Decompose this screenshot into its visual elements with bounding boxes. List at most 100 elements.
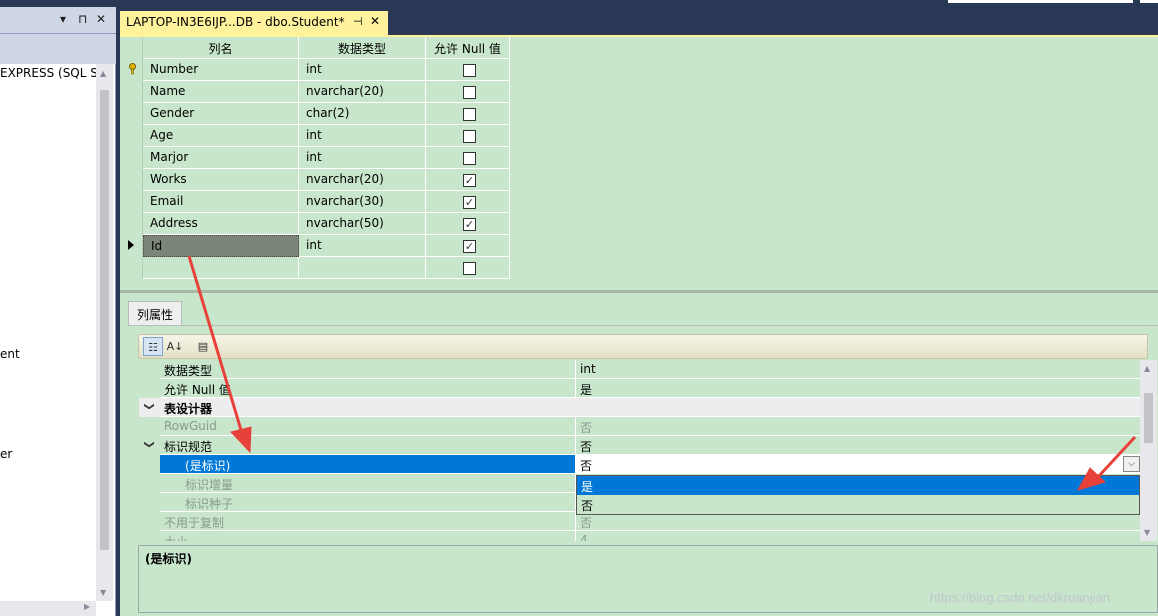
property-value[interactable]: int (576, 360, 1141, 379)
cell-column-name[interactable]: Number (143, 59, 299, 81)
scroll-up-icon[interactable]: ▲ (100, 69, 106, 78)
scroll-down-icon[interactable]: ▼ (100, 588, 106, 597)
allow-null-checkbox[interactable]: ✓ (463, 174, 476, 187)
scroll-up-icon[interactable]: ▲ (1144, 364, 1150, 373)
row-selector[interactable] (122, 191, 143, 213)
pin-icon[interactable]: ⊣ (353, 15, 363, 28)
cell-column-name[interactable] (143, 257, 299, 279)
allow-null-checkbox[interactable] (463, 64, 476, 77)
cell-column-name[interactable]: Marjor (143, 147, 299, 169)
tab-column-properties[interactable]: 列属性 (128, 301, 182, 325)
column-header-null: 允许 Null 值 (426, 37, 510, 59)
table-row[interactable]: Age int (122, 125, 510, 147)
search-box[interactable] (948, 0, 1133, 3)
cell-data-type[interactable]: nvarchar(20) (299, 81, 426, 103)
cell-data-type[interactable]: nvarchar(50) (299, 213, 426, 235)
cell-column-name[interactable]: Email (143, 191, 299, 213)
cell-data-type[interactable]: char(2) (299, 103, 426, 125)
cell-data-type[interactable] (299, 257, 426, 279)
property-value-text: int (580, 362, 596, 376)
document-tab[interactable]: LAPTOP-IN3E6IJP...DB - dbo.Student* ⊣ ✕ (120, 11, 388, 35)
row-selector[interactable] (122, 147, 143, 169)
properties-scrollbar[interactable]: ▲ ▼ (1140, 360, 1157, 541)
cell-data-type[interactable]: int (299, 125, 426, 147)
property-value[interactable]: 4 (576, 531, 1141, 541)
property-value-text: 否 (580, 421, 593, 435)
allow-null-checkbox[interactable]: ✓ (463, 218, 476, 231)
table-row[interactable] (122, 257, 510, 279)
cell-column-name[interactable]: Gender (143, 103, 299, 125)
table-row[interactable]: Marjor int (122, 147, 510, 169)
cell-column-name[interactable]: Id (143, 235, 299, 257)
table-row[interactable]: Works nvarchar(20) ✓ (122, 169, 510, 191)
allow-null-checkbox[interactable] (463, 86, 476, 99)
dropdown-button[interactable]: ⌵ (1123, 456, 1140, 472)
row-selector[interactable] (122, 235, 143, 257)
top-strip (0, 0, 1158, 7)
allow-null-checkbox[interactable]: ✓ (463, 240, 476, 253)
cell-data-type[interactable]: int (299, 235, 426, 257)
window-button[interactable] (1140, 0, 1158, 3)
cell-data-type[interactable]: int (299, 147, 426, 169)
row-selector[interactable] (122, 59, 143, 81)
property-row[interactable]: ❯ 标识规范否 (139, 436, 1141, 455)
table-row[interactable]: Id int ✓ (122, 235, 510, 257)
property-row[interactable]: (是标识) 否 ⌵ (139, 455, 1141, 474)
table-row[interactable]: Address nvarchar(50) ✓ (122, 213, 510, 235)
chevron-down-icon[interactable]: ❯ (144, 440, 155, 448)
dropdown-option[interactable]: 是 (577, 476, 1139, 495)
table-row[interactable]: Number int (122, 59, 510, 81)
property-row[interactable]: RowGuid 否 (139, 417, 1141, 436)
row-selector[interactable] (122, 103, 143, 125)
scroll-down-icon[interactable]: ▼ (1144, 528, 1150, 537)
cell-column-name[interactable]: Address (143, 213, 299, 235)
cell-data-type[interactable]: int (299, 59, 426, 81)
allow-null-checkbox[interactable] (463, 130, 476, 143)
row-selector[interactable] (122, 81, 143, 103)
row-selector[interactable] (122, 257, 143, 279)
pin-icon[interactable]: ⊓ (78, 12, 87, 26)
property-value[interactable]: 否 ⌵ (576, 455, 1141, 474)
row-selector[interactable] (122, 125, 143, 147)
vertical-scrollbar[interactable]: ▲ ▼ (96, 64, 113, 601)
cell-data-type[interactable]: nvarchar(20) (299, 169, 426, 191)
property-value[interactable]: 否 (576, 436, 1141, 455)
allow-null-checkbox[interactable]: ✓ (463, 196, 476, 209)
chevron-down-icon[interactable]: ❯ (144, 402, 155, 410)
cell-data-type[interactable]: nvarchar(30) (299, 191, 426, 213)
cell-column-name[interactable]: Works (143, 169, 299, 191)
row-selector[interactable] (122, 213, 143, 235)
table-row[interactable]: Gender char(2) (122, 103, 510, 125)
property-value[interactable]: 否 (576, 417, 1141, 436)
table-row[interactable]: Name nvarchar(20) (122, 81, 510, 103)
alphabetical-icon[interactable]: A↓ (165, 337, 185, 356)
column-header-type: 数据类型 (299, 37, 426, 59)
property-row[interactable]: 大小 4 (139, 531, 1141, 541)
allow-null-checkbox[interactable] (463, 108, 476, 121)
column-header-name: 列名 (143, 37, 299, 59)
dropdown-option[interactable]: 否 (577, 495, 1139, 514)
scrollbar-thumb[interactable] (100, 90, 109, 550)
allow-null-checkbox[interactable] (463, 262, 476, 275)
close-icon[interactable]: ✕ (370, 14, 380, 28)
horizontal-scrollbar[interactable]: ▶ (0, 601, 96, 616)
tree-item[interactable]: ent (0, 347, 20, 361)
cell-column-name[interactable]: Age (143, 125, 299, 147)
scrollbar-thumb[interactable] (1144, 393, 1153, 443)
dropdown-icon[interactable]: ▾ (60, 12, 66, 26)
property-pages-icon[interactable]: ▤ (193, 337, 213, 356)
property-category[interactable]: ❯ 表设计器 (139, 398, 1141, 417)
property-value[interactable]: 是 (576, 379, 1141, 398)
tree-item[interactable]: er (0, 447, 12, 461)
tree-item-server[interactable]: EXPRESS (SQL Se (0, 66, 105, 80)
table-row[interactable]: Email nvarchar(30) ✓ (122, 191, 510, 213)
close-icon[interactable]: ✕ (96, 12, 106, 26)
cell-column-name[interactable]: Name (143, 81, 299, 103)
property-row[interactable]: 允许 Null 值是 (139, 379, 1141, 398)
allow-null-checkbox[interactable] (463, 152, 476, 165)
categorized-icon[interactable]: ☷ (143, 337, 163, 356)
scroll-right-icon[interactable]: ▶ (84, 602, 90, 611)
row-selector[interactable] (122, 169, 143, 191)
property-row[interactable]: 数据类型 int (139, 360, 1141, 379)
pane-splitter[interactable] (120, 290, 1158, 293)
